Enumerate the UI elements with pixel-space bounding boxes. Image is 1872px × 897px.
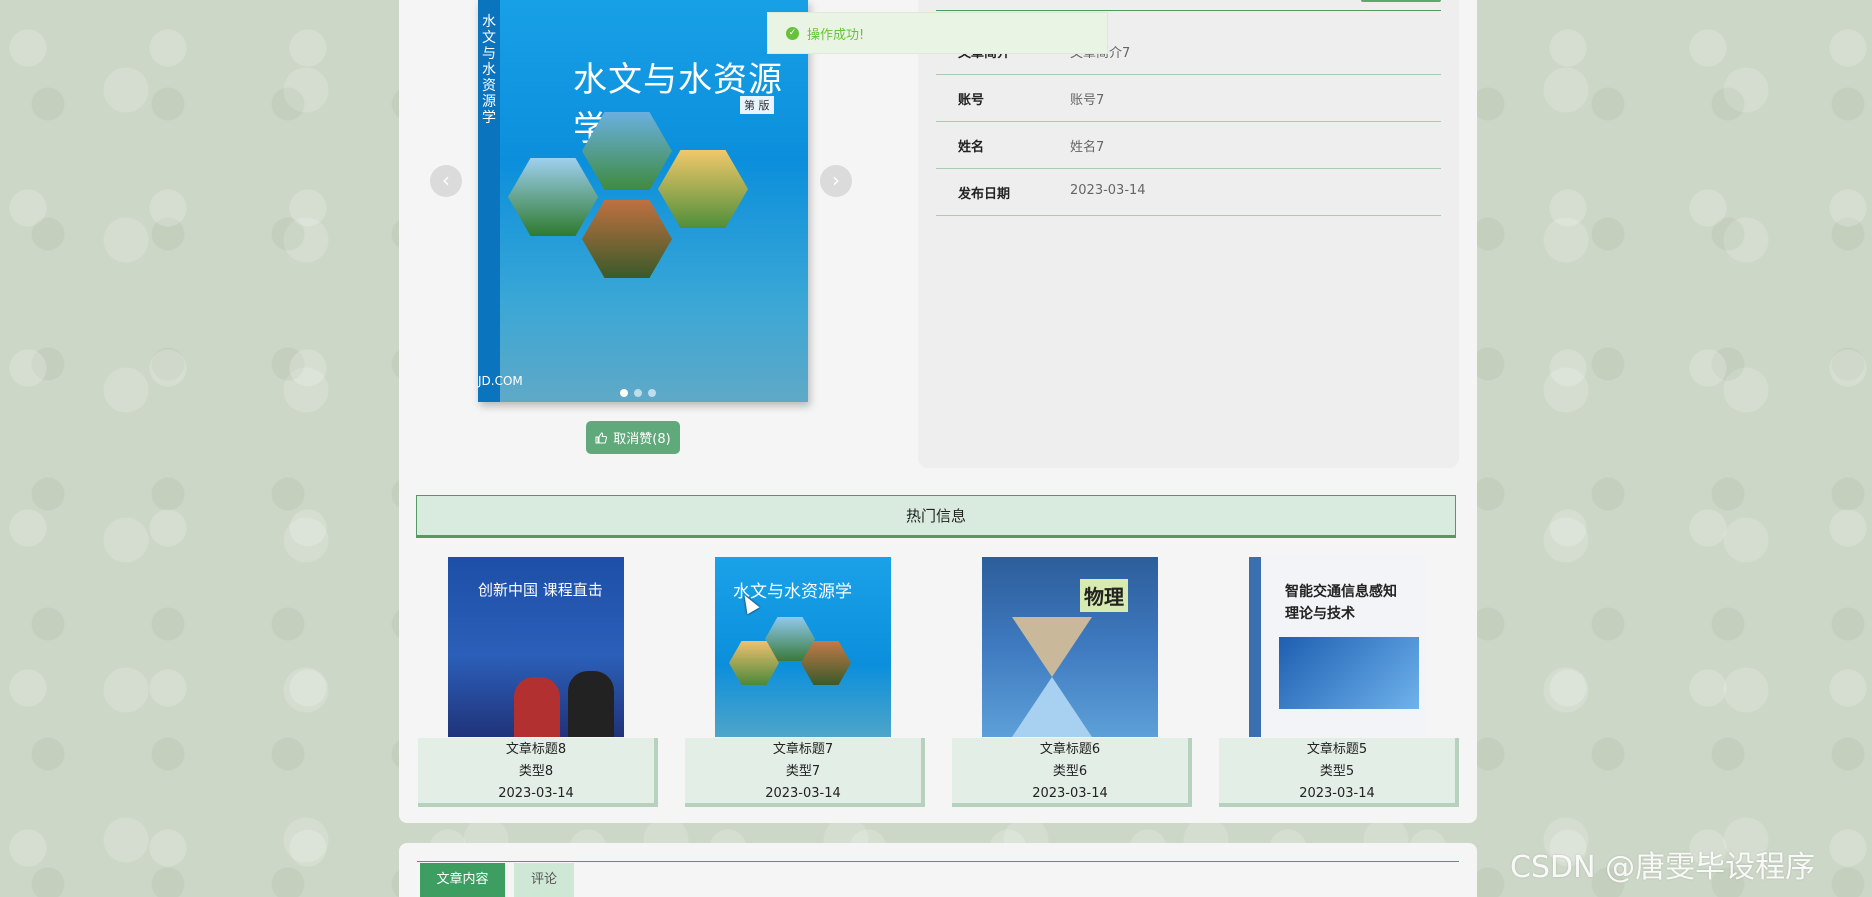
- hot-item-date: 2023-03-14: [765, 786, 841, 801]
- carousel-indicators: [620, 385, 662, 401]
- person-figure: [514, 677, 560, 737]
- hot-info-header: 热门信息: [416, 495, 1456, 538]
- chevron-right-icon: ›: [832, 168, 840, 192]
- hourglass-shape: [1012, 677, 1092, 737]
- hourglass-shape: [1012, 617, 1092, 677]
- person-figure: [568, 671, 614, 737]
- hot-item-caption: 文章标题8 类型8 2023-03-14: [418, 738, 658, 807]
- book-cover-image: 水文与水资源学 水文与水资源学 第 版 JD.COM: [478, 0, 808, 402]
- hot-item-cover-text: 创新中国 课程直击: [478, 581, 603, 599]
- hot-item-cover-text: 物理: [1080, 579, 1128, 612]
- tab-article-content[interactable]: 文章内容: [420, 863, 505, 897]
- hot-item-image: 物理: [982, 557, 1158, 737]
- tab-comments[interactable]: 评论: [514, 863, 574, 897]
- hot-item-title: 文章标题5: [1306, 742, 1368, 757]
- thumbs-up-icon: [595, 431, 608, 443]
- chevron-left-icon: ‹: [442, 168, 450, 192]
- carousel-prev-button[interactable]: ‹: [430, 165, 462, 197]
- hot-item-type: 类型5: [1319, 764, 1355, 779]
- photo-hex: [582, 200, 672, 278]
- unlike-button-label: 取消赞(8): [613, 432, 671, 447]
- hot-item-card[interactable]: 创新中国 课程直击 文章标题8 类型8 2023-03-14: [418, 557, 658, 807]
- info-label: 发布日期: [958, 187, 1011, 202]
- book-spine: [1249, 557, 1261, 737]
- carousel-next-button[interactable]: ›: [820, 165, 852, 197]
- carousel-dot[interactable]: [620, 389, 628, 397]
- book-publisher: JD.COM: [478, 374, 523, 388]
- info-row-publish-date: 发布日期 2023-03-14: [936, 168, 1441, 216]
- detail-panel: 文章简介 文章简介7 账号 账号7 姓名 姓名7 发布日期 2023-03-14: [918, 0, 1459, 468]
- hot-item-type: 类型7: [785, 764, 821, 779]
- hot-item-date: 2023-03-14: [498, 786, 574, 801]
- carousel-dot[interactable]: [634, 389, 642, 397]
- info-label: 账号: [958, 93, 985, 108]
- hot-item-image: 智能交通信息感知理论与技术: [1249, 557, 1425, 737]
- hot-item-title: 文章标题7: [772, 742, 834, 757]
- book-spine-title: 水文与水资源学: [482, 14, 496, 126]
- info-label: 姓名: [958, 140, 985, 155]
- content-tabs-card: 文章内容 评论: [399, 843, 1477, 897]
- book-edition: 第 版: [740, 96, 774, 114]
- cover-graphic: [1279, 637, 1419, 709]
- tabs-divider: [417, 861, 1459, 862]
- photo-hex: [508, 158, 598, 236]
- hot-item-type: 类型8: [518, 764, 554, 779]
- book-spine: 水文与水资源学: [478, 0, 500, 402]
- info-row-account: 账号 账号7: [936, 74, 1441, 122]
- hot-item-date: 2023-03-14: [1032, 786, 1108, 801]
- panel-divider: [936, 10, 1441, 11]
- carousel-dot[interactable]: [648, 389, 656, 397]
- info-value: 姓名7: [1070, 140, 1105, 155]
- hot-item-card[interactable]: 水文与水资源学 文章标题7 类型7 2023-03-14: [685, 557, 925, 807]
- info-value: 2023-03-14: [1070, 183, 1146, 198]
- success-toast: ✓ 操作成功!: [767, 12, 1108, 54]
- watermark: CSDN @唐雯毕设程序: [1510, 850, 1816, 885]
- hot-item-date: 2023-03-14: [1299, 786, 1375, 801]
- hot-item-caption: 文章标题5 类型5 2023-03-14: [1219, 738, 1459, 807]
- panel-action-button[interactable]: [1361, 0, 1441, 2]
- image-carousel: 水文与水资源学 水文与水资源学 第 版 JD.COM ‹ ›: [430, 0, 890, 410]
- hot-item-caption: 文章标题6 类型6 2023-03-14: [952, 738, 1192, 807]
- toast-message: 操作成功!: [807, 27, 865, 43]
- hot-item-card[interactable]: 智能交通信息感知理论与技术 文章标题5 类型5 2023-03-14: [1219, 557, 1459, 807]
- hot-item-title: 文章标题8: [505, 742, 567, 757]
- hot-item-cover-text: 智能交通信息感知理论与技术: [1285, 584, 1397, 622]
- hot-item-title: 文章标题6: [1039, 742, 1101, 757]
- hot-item-image: 水文与水资源学: [715, 557, 891, 737]
- check-circle-icon: ✓: [786, 26, 799, 40]
- unlike-button[interactable]: 取消赞(8): [586, 421, 680, 454]
- info-value: 账号7: [1070, 93, 1105, 108]
- hot-item-caption: 文章标题7 类型7 2023-03-14: [685, 738, 925, 807]
- info-row-name: 姓名 姓名7: [936, 121, 1441, 169]
- hot-item-card[interactable]: 物理 文章标题6 类型6 2023-03-14: [952, 557, 1192, 807]
- hot-item-image: 创新中国 课程直击: [448, 557, 624, 737]
- hot-item-type: 类型6: [1052, 764, 1088, 779]
- photo-hex: [658, 150, 748, 228]
